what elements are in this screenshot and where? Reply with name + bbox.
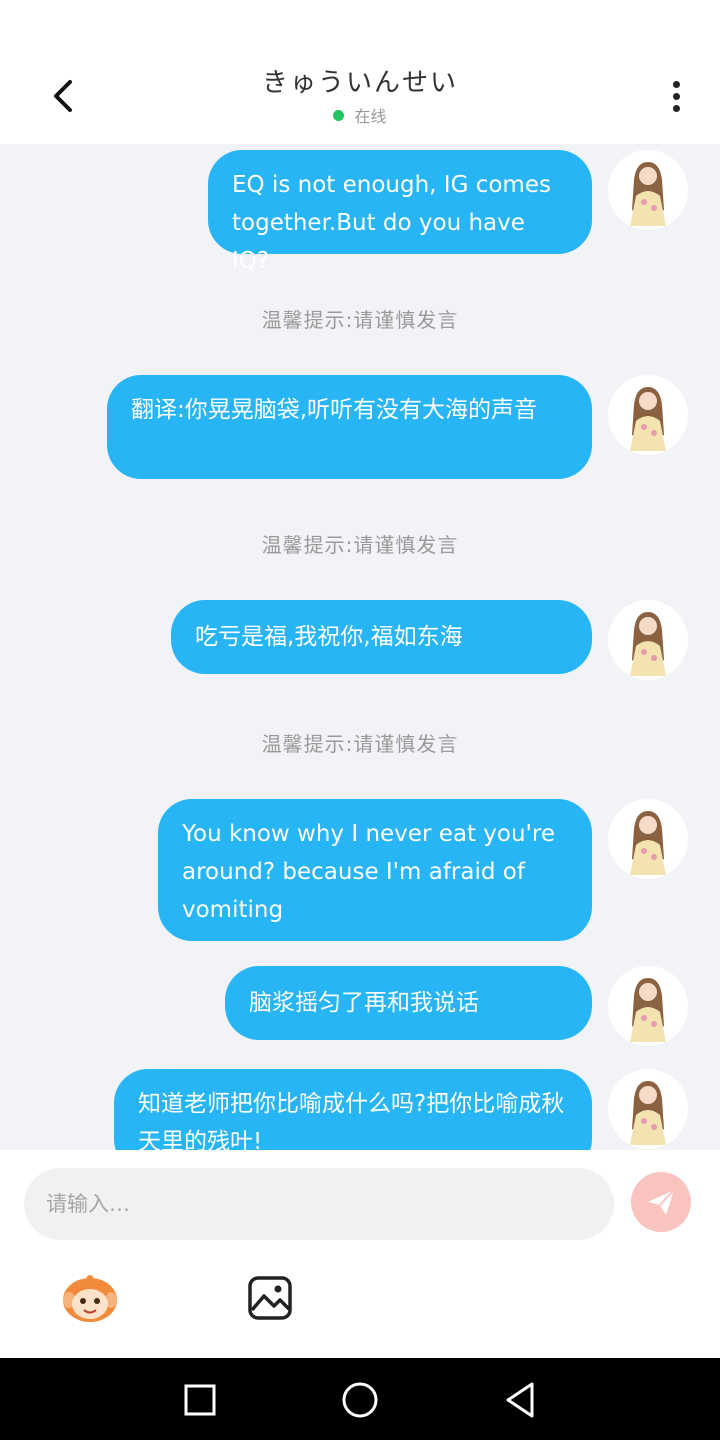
warning-tip: 温馨提示:请谨慎发言 bbox=[261, 732, 459, 756]
message-text: 翻译:你晃晃脑袋,听听有没有大海的声音 bbox=[131, 397, 538, 423]
system-nav-bar bbox=[0, 1358, 720, 1440]
message-bubble[interactable]: 吃亏是福,我祝你,福如东海 bbox=[171, 600, 592, 674]
message-bubble[interactable]: 知道老师把你比喻成什么吗?把你比喻成秋天里的残叶! bbox=[114, 1069, 592, 1150]
message-text: You know why I never eat you're around? … bbox=[182, 821, 555, 923]
girl-avatar-icon bbox=[608, 966, 688, 1046]
girl-avatar-icon bbox=[608, 600, 688, 680]
square-icon bbox=[184, 1384, 216, 1416]
avatar[interactable] bbox=[608, 799, 688, 879]
send-plane-icon bbox=[648, 1189, 675, 1215]
girl-avatar-icon bbox=[608, 1069, 688, 1149]
home-button[interactable] bbox=[338, 1378, 382, 1422]
message-bubble[interactable]: 脑浆摇匀了再和我说话 bbox=[225, 966, 592, 1040]
system-back-button[interactable] bbox=[498, 1378, 542, 1422]
avatar[interactable] bbox=[608, 600, 688, 680]
emoji-monkey-icon bbox=[63, 1275, 117, 1322]
more-vertical-icon bbox=[672, 80, 680, 88]
input-panel bbox=[0, 1150, 720, 1358]
recent-apps-button[interactable] bbox=[178, 1378, 222, 1422]
message-text: 吃亏是福,我祝你,福如东海 bbox=[195, 624, 463, 650]
triangle-back-icon bbox=[506, 1382, 534, 1418]
message-input[interactable] bbox=[24, 1168, 614, 1240]
message-bubble[interactable]: You know why I never eat you're around? … bbox=[158, 799, 592, 941]
online-dot-icon bbox=[333, 109, 345, 121]
circle-icon bbox=[342, 1382, 378, 1418]
image-icon bbox=[248, 1276, 292, 1320]
contact-name: きゅういんせい bbox=[261, 68, 458, 98]
emoji-button[interactable] bbox=[60, 1272, 120, 1324]
message-list[interactable]: EQ is not enough, IG comes together.But … bbox=[0, 144, 720, 1150]
message-text: EQ is not enough, IG comes together.But … bbox=[232, 172, 551, 274]
girl-avatar-icon bbox=[608, 375, 688, 455]
avatar[interactable] bbox=[608, 150, 688, 230]
message-text: 脑浆摇匀了再和我说话 bbox=[249, 990, 479, 1016]
avatar[interactable] bbox=[608, 375, 688, 455]
online-status-label: 在线 bbox=[354, 107, 387, 126]
online-status: 在线 bbox=[0, 103, 720, 127]
girl-avatar-icon bbox=[608, 150, 688, 230]
warning-tip: 温馨提示:请谨慎发言 bbox=[261, 533, 459, 557]
more-options-button[interactable] bbox=[660, 76, 692, 116]
image-button[interactable] bbox=[246, 1274, 294, 1322]
message-bubble[interactable]: 翻译:你晃晃脑袋,听听有没有大海的声音 bbox=[107, 375, 592, 479]
avatar[interactable] bbox=[608, 966, 688, 1046]
send-button[interactable] bbox=[631, 1172, 691, 1232]
girl-avatar-icon bbox=[608, 799, 688, 879]
warning-tip: 温馨提示:请谨慎发言 bbox=[261, 308, 459, 332]
chat-header: きゅういんせい 在线 bbox=[0, 0, 720, 144]
avatar[interactable] bbox=[608, 1069, 688, 1149]
message-text: 知道老师把你比喻成什么吗?把你比喻成秋天里的残叶! bbox=[138, 1091, 565, 1150]
message-bubble[interactable]: EQ is not enough, IG comes together.But … bbox=[208, 150, 592, 274]
